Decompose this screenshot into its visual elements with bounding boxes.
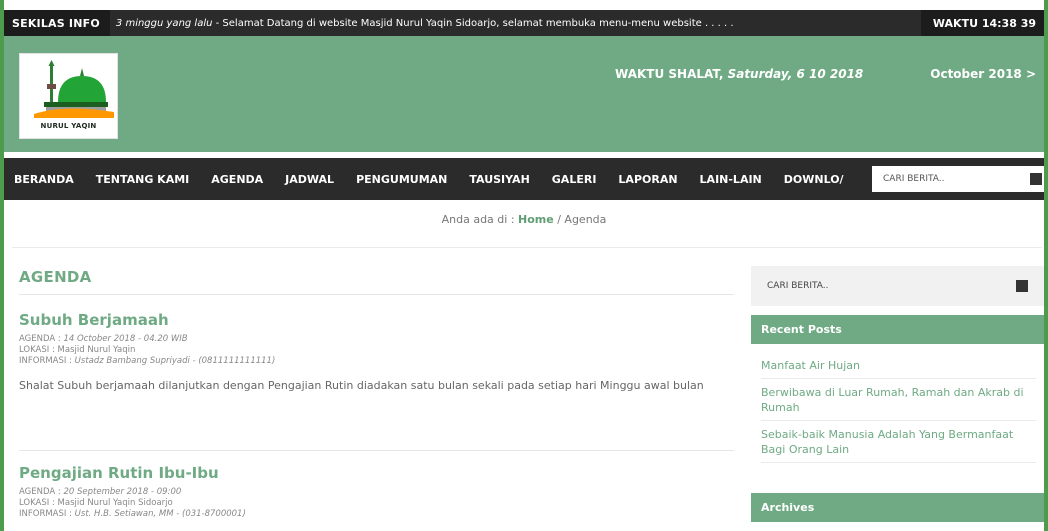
- nav-item-pengumuman[interactable]: PENGUMUMAN: [345, 173, 458, 186]
- page-frame: SEKILAS INFO 3 minggu yang lalu - Selama…: [0, 0, 1048, 531]
- breadcrumb-home-link[interactable]: Home: [518, 213, 554, 226]
- divider: [19, 450, 734, 451]
- info-ticker: SEKILAS INFO 3 minggu yang lalu - Selama…: [4, 10, 1044, 36]
- ticker-message[interactable]: 3 minggu yang lalu - Selamat Datang di w…: [110, 18, 921, 29]
- search-submit-icon[interactable]: [1030, 173, 1042, 185]
- nav-item-agenda[interactable]: AGENDA: [200, 173, 274, 186]
- breadcrumb-current: / Agenda: [553, 213, 607, 226]
- logo-text: NURUL YAQIN: [40, 122, 97, 130]
- nav-item-download[interactable]: DOWNLO/: [773, 173, 855, 186]
- post-informasi: INFORMASI : Ust. H.B. Setiawan, MM - (03…: [19, 509, 734, 520]
- nav-item-laporan[interactable]: LAPORAN: [607, 173, 688, 186]
- recent-post-link[interactable]: Sebaik-baik Manusia Adalah Yang Bermanfa…: [761, 421, 1036, 463]
- post-info-value: Ustadz Bambang Supriyadi - (081111111111…: [74, 356, 276, 366]
- recent-posts-heading: Recent Posts: [751, 315, 1044, 344]
- nav-search-placeholder: CARI BERITA..: [883, 174, 945, 184]
- divider: [12, 247, 1042, 248]
- agenda-post: Pengajian Rutin Ibu-Ibu AGENDA : 20 Sept…: [19, 464, 734, 520]
- post-agenda: AGENDA : 14 October 2018 - 04.20 WIB: [19, 334, 734, 345]
- prayer-date: Saturday, 6 10 2018: [727, 67, 864, 81]
- post-agenda-label: AGENDA :: [19, 334, 64, 344]
- search-submit-icon[interactable]: [1016, 280, 1028, 292]
- nav-item-tausiyah[interactable]: TAUSIYAH: [458, 173, 540, 186]
- sidebar-search-placeholder: CARI BERITA..: [767, 281, 829, 291]
- main-nav: BERANDA TENTANG KAMI AGENDA JADWAL PENGU…: [4, 158, 1044, 200]
- post-info-label: INFORMASI :: [19, 356, 75, 366]
- nav-item-tentang-kami[interactable]: TENTANG KAMI: [85, 173, 201, 186]
- ticker-time-ago: 3 minggu yang lalu: [115, 17, 213, 29]
- prayer-label: WAKTU SHALAT,: [615, 67, 728, 81]
- nav-item-jadwal[interactable]: JADWAL: [274, 173, 345, 186]
- post-body: Shalat Subuh berjamaah dilanjutkan denga…: [19, 379, 704, 392]
- recent-posts-list: Manfaat Air Hujan Berwibawa di Luar Ruma…: [761, 352, 1036, 463]
- nav-search-input[interactable]: CARI BERITA..: [872, 166, 1044, 192]
- agenda-post: Subuh Berjamaah AGENDA : 14 October 2018…: [19, 311, 734, 395]
- post-agenda-label: AGENDA :: [19, 487, 64, 497]
- post-title[interactable]: Pengajian Rutin Ibu-Ibu: [19, 464, 734, 482]
- archives-heading: Archives: [751, 493, 1044, 522]
- recent-post-link[interactable]: Manfaat Air Hujan: [761, 352, 1036, 379]
- post-info-value: Ust. H.B. Setiawan, MM - (031-8700001): [74, 509, 246, 519]
- prayer-time: WAKTU SHALAT, Saturday, 6 10 2018: [615, 67, 863, 81]
- divider: [19, 294, 734, 295]
- ticker-label: SEKILAS INFO: [4, 10, 110, 36]
- sidebar-search-input[interactable]: CARI BERITA..: [751, 266, 1044, 306]
- page-title: AGENDA: [19, 268, 92, 286]
- post-title[interactable]: Subuh Berjamaah: [19, 311, 734, 329]
- post-info-label: INFORMASI :: [19, 509, 75, 519]
- nav-item-beranda[interactable]: BERANDA: [4, 173, 85, 186]
- post-agenda-value: 14 October 2018 - 04.20 WIB: [63, 334, 188, 344]
- nav-item-galeri[interactable]: GALERI: [541, 173, 608, 186]
- post-lokasi: LOKASI : Masjid Nurul Yaqin: [19, 345, 136, 355]
- site-header: NURUL YAQIN WAKTU SHALAT, Saturday, 6 10…: [4, 36, 1044, 152]
- post-lokasi: LOKASI : Masjid Nurul Yaqin Sidoarjo: [19, 498, 173, 508]
- nav-item-lain-lain[interactable]: LAIN-LAIN: [689, 173, 773, 186]
- recent-post-link[interactable]: Berwibawa di Luar Rumah, Ramah dan Akrab…: [761, 379, 1036, 421]
- ticker-text: - Selamat Datang di website Masjid Nurul…: [212, 17, 734, 29]
- month-next-link[interactable]: October 2018 >: [930, 67, 1036, 81]
- post-agenda-value: 20 September 2018 - 09:00: [63, 487, 182, 497]
- clock: WAKTU 14:38 39: [920, 10, 1044, 36]
- post-agenda: AGENDA : 20 September 2018 - 09:00: [19, 487, 734, 498]
- site-logo[interactable]: NURUL YAQIN: [19, 53, 118, 139]
- post-informasi: INFORMASI : Ustadz Bambang Supriyadi - (…: [19, 356, 734, 367]
- breadcrumb: Anda ada di : Home / Agenda: [4, 213, 1044, 226]
- breadcrumb-prefix: Anda ada di :: [441, 213, 519, 226]
